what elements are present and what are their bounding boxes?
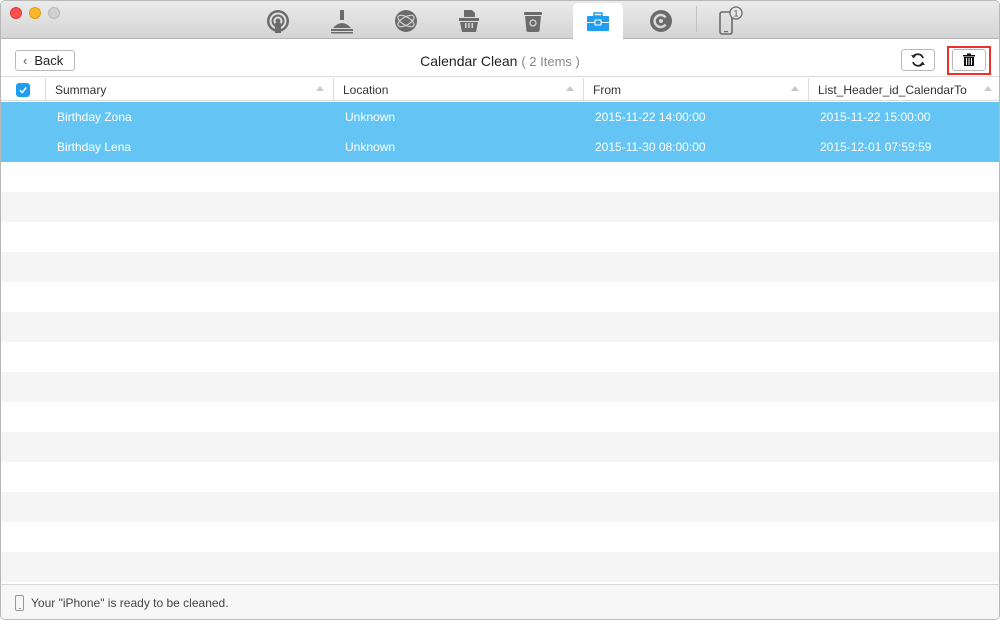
status-message: Your "iPhone" is ready to be cleaned.	[31, 596, 229, 610]
empty-row	[1, 402, 999, 432]
table-row[interactable]: Birthday Lena Unknown 2015-11-30 08:00:0…	[1, 132, 999, 162]
toolbar-tab-toolbox[interactable]	[573, 3, 623, 40]
window-minimize-button[interactable]	[29, 7, 41, 19]
window-close-button[interactable]	[10, 7, 22, 19]
page-title-text: Calendar Clean	[420, 53, 518, 69]
refresh-button[interactable]	[901, 49, 935, 71]
shredder-basket-icon	[459, 10, 479, 32]
toolbar: 1	[1, 1, 999, 40]
empty-row	[1, 522, 999, 552]
sort-arrow-icon	[984, 86, 992, 91]
toolbar-tab-device[interactable]: 1	[705, 3, 755, 39]
item-count: ( 2 Items )	[521, 54, 580, 69]
empty-row	[1, 432, 999, 462]
sort-arrow-icon	[316, 86, 324, 91]
column-header-location[interactable]: Location	[334, 78, 584, 101]
table-body: Birthday Zona Unknown 2015-11-22 14:00:0…	[1, 102, 999, 584]
cell-to: 2015-12-01 07:59:59	[820, 140, 932, 154]
status-bar: Your "iPhone" is ready to be cleaned.	[1, 584, 999, 619]
clean-c-icon	[650, 10, 672, 32]
app-window: 1 ‹ Back Calendar Clean ( 2 Items ) Summ…	[0, 0, 1000, 620]
refresh-icon	[911, 53, 925, 67]
checkmark-icon	[19, 86, 27, 94]
table-header: Summary Location From List_Header_id_Cal…	[1, 78, 999, 101]
page-header: ‹ Back Calendar Clean ( 2 Items )	[1, 39, 999, 77]
globe-icon	[395, 10, 417, 32]
select-all-checkbox[interactable]	[1, 78, 46, 101]
cell-location: Unknown	[345, 140, 396, 154]
toolbar-tab-internet[interactable]	[381, 3, 431, 39]
toolbar-tab-clean-c[interactable]	[636, 3, 686, 39]
toolbar-tab-recycle[interactable]	[508, 3, 558, 39]
empty-row	[1, 312, 999, 342]
sort-arrow-icon	[791, 86, 799, 91]
empty-row	[1, 162, 999, 192]
empty-row	[1, 192, 999, 222]
cell-summary: Birthday Lena	[57, 140, 132, 154]
sort-arrow-icon	[566, 86, 574, 91]
empty-row	[1, 552, 999, 582]
empty-row	[1, 462, 999, 492]
empty-row	[1, 342, 999, 372]
airplay-icon	[267, 10, 289, 33]
trash-icon	[963, 53, 975, 66]
phone-icon	[15, 595, 24, 611]
toolbar-tab-cleaner[interactable]	[317, 3, 367, 39]
device-badge: 1	[733, 9, 738, 19]
cell-from: 2015-11-22 14:00:00	[595, 110, 706, 124]
empty-row	[1, 372, 999, 402]
empty-row	[1, 252, 999, 282]
empty-row	[1, 222, 999, 252]
column-header-summary[interactable]: Summary	[46, 78, 334, 101]
iphone-device-icon: 1	[719, 6, 743, 35]
toolbox-icon	[587, 11, 609, 31]
column-header-from[interactable]: From	[584, 78, 809, 101]
cell-from: 2015-11-30 08:00:00	[595, 140, 706, 154]
page-title: Calendar Clean ( 2 Items )	[1, 53, 999, 69]
empty-row	[1, 282, 999, 312]
cell-to: 2015-11-22 15:00:00	[820, 110, 931, 124]
cell-location: Unknown	[345, 110, 396, 124]
recycle-bin-icon	[524, 12, 542, 32]
column-header-to[interactable]: List_Header_id_CalendarTo	[809, 78, 999, 101]
table-row[interactable]: Birthday Zona Unknown 2015-11-22 14:00:0…	[1, 102, 999, 132]
toolbar-tab-airplay[interactable]	[253, 3, 303, 39]
delete-button[interactable]	[952, 49, 986, 71]
broom-icon	[331, 10, 353, 34]
window-maximize-button[interactable]	[48, 7, 60, 19]
toolbar-separator	[696, 6, 697, 32]
toolbar-tab-shredder[interactable]	[444, 3, 494, 39]
cell-summary: Birthday Zona	[57, 110, 132, 124]
empty-row	[1, 492, 999, 522]
